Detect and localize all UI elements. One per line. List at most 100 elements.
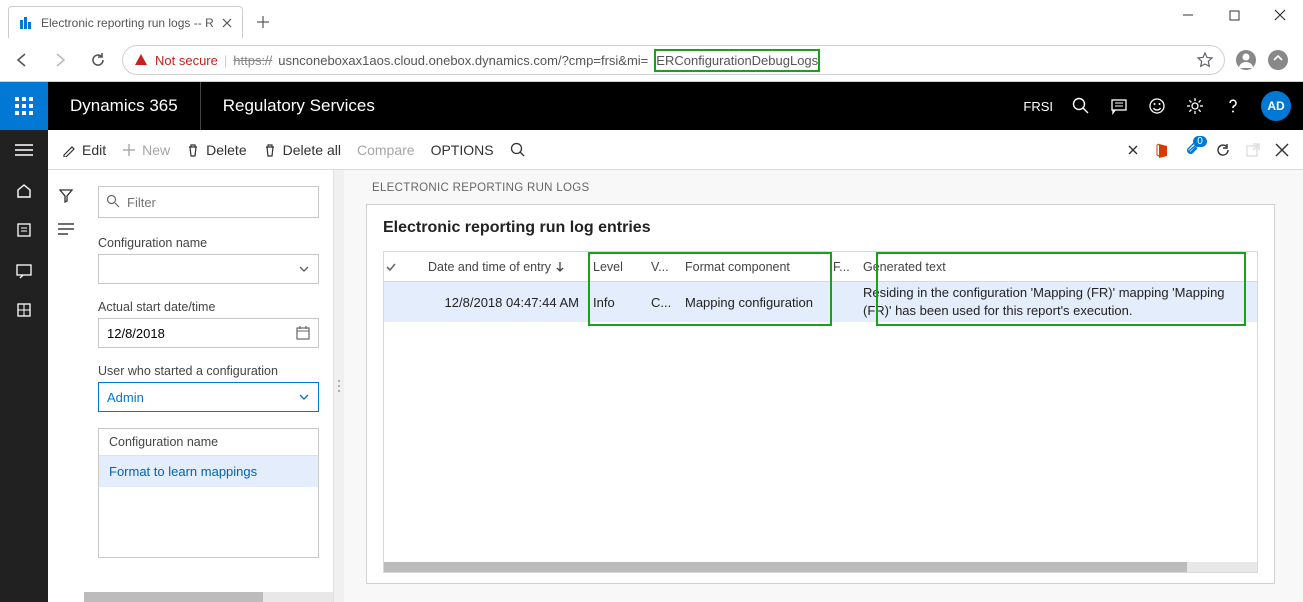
grid-scrollbar[interactable] [384,562,1187,572]
module-label[interactable]: Regulatory Services [200,82,397,130]
url-param-highlight: ERConfigurationDebugLogs [654,49,820,72]
user-value: Admin [107,390,144,405]
company-label[interactable]: FRSI [1023,99,1053,114]
chevron-down-icon [298,391,310,403]
actual-start-input[interactable]: 12/8/2018 [98,318,319,348]
window-close[interactable] [1257,0,1303,30]
browser-chrome: Electronic reporting run logs -- R Not s… [0,0,1303,82]
filter-column-toggle [48,170,84,602]
trash-icon [186,143,200,157]
browser-tab[interactable]: Electronic reporting run logs -- R [8,6,243,38]
plus-icon [122,143,136,157]
cell-level: Info [589,295,647,310]
smiley-icon[interactable] [1147,96,1167,116]
col-header-level[interactable]: Level [589,260,647,274]
actual-start-label: Actual start date/time [98,300,319,314]
tab-title: Electronic reporting run logs -- R [41,16,214,30]
gear-icon[interactable] [1185,96,1205,116]
filter-funnel-icon[interactable] [58,188,74,204]
new-label: New [142,142,170,158]
window-maximize[interactable] [1211,0,1257,30]
delete-all-label: Delete all [283,142,341,158]
compare-label: Compare [357,142,415,158]
refresh-icon[interactable] [1215,142,1231,158]
nav-recent-icon[interactable] [0,210,48,250]
tab-close-icon[interactable] [222,18,232,28]
reload-button[interactable] [84,46,112,74]
col-header-date[interactable]: Date and time of entry [424,260,589,274]
action-pane: Edit New Delete Delete all Compare OPTIO… [48,130,1303,170]
nav-rail [0,130,48,602]
nav-home-icon[interactable] [0,170,48,210]
nav-expand-icon[interactable] [0,130,48,170]
options-label: OPTIONS [431,142,494,158]
cell-v: C... [647,295,681,310]
help-icon[interactable] [1223,96,1243,116]
star-icon[interactable] [1196,51,1214,69]
popout-icon[interactable] [1245,142,1261,158]
address-bar[interactable]: Not secure | https://usnconeboxax1aos.cl… [122,45,1225,75]
new-button: New [122,142,170,158]
profile-icon[interactable] [1235,49,1257,71]
d365-topbar: Dynamics 365 Regulatory Services FRSI AD [0,82,1303,130]
office-icon[interactable] [1155,142,1171,158]
not-secure-label: Not secure [155,53,218,68]
select-all-checkbox[interactable] [384,260,424,274]
splitter[interactable] [334,170,344,602]
edit-button[interactable]: Edit [62,142,106,158]
filter-pane: Configuration name Actual start date/tim… [84,170,334,602]
tab-favicon [19,16,33,30]
actionpane-search-icon[interactable] [510,142,526,158]
col-header-component[interactable]: Format component [681,260,829,274]
attachments-badge: 0 [1193,136,1207,147]
config-name-label: Configuration name [98,236,319,250]
window-minimize[interactable] [1165,0,1211,30]
url-protocol: https:// [233,53,272,68]
chevron-down-icon [298,263,310,275]
detail-area: ELECTRONIC REPORTING RUN LOGS Electronic… [344,170,1303,602]
app-launcher-icon[interactable] [0,82,48,130]
brand-label[interactable]: Dynamics 365 [48,96,200,116]
col-header-f[interactable]: F... [829,260,859,274]
new-tab-button[interactable] [249,8,277,36]
config-name-select[interactable] [98,254,319,284]
grid-header: Date and time of entry Level V... Format… [384,252,1257,282]
close-page-icon[interactable] [1275,143,1289,157]
cell-date: 12/8/2018 04:47:44 AM [424,295,589,310]
calendar-icon [296,326,310,340]
url-host: usnconeboxax1aos.cloud.onebox.dynamics.c… [278,53,648,68]
pencil-icon [62,143,76,157]
compare-button: Compare [357,142,415,158]
user-label: User who started a configuration [98,364,319,378]
back-button[interactable] [8,46,36,74]
forward-button[interactable] [46,46,74,74]
user-select[interactable]: Admin [98,382,319,412]
nav-workspaces-icon[interactable] [0,250,48,290]
options-button[interactable]: OPTIONS [431,142,494,158]
section-label: ELECTRONIC REPORTING RUN LOGS [372,182,1275,194]
filter-input[interactable] [98,186,319,218]
sort-down-icon [555,261,565,273]
col-header-generated[interactable]: Generated text [859,260,1257,274]
nav-modules-icon[interactable] [0,290,48,330]
config-list-box: Configuration name Format to learn mappi… [98,428,319,558]
extensions-icon[interactable] [1125,142,1141,158]
filter-lines-icon[interactable] [58,222,74,236]
search-icon[interactable] [1071,96,1091,116]
search-icon [106,194,120,208]
attachments-icon[interactable]: 0 [1185,142,1201,158]
col-header-v[interactable]: V... [647,260,681,274]
messages-icon[interactable] [1109,96,1129,116]
user-avatar[interactable]: AD [1261,91,1291,121]
config-list-header: Configuration name [99,429,318,456]
not-secure-icon [133,52,149,68]
browser-menu-icon[interactable] [1267,49,1289,71]
card-title: Electronic reporting run log entries [383,219,1258,237]
filter-scrollbar[interactable] [84,592,263,602]
cell-generated: Residing in the configuration 'Mapping (… [859,284,1257,320]
delete-all-button[interactable]: Delete all [263,142,341,158]
config-list-item[interactable]: Format to learn mappings [99,456,318,487]
edit-label: Edit [82,142,106,158]
delete-button[interactable]: Delete [186,142,246,158]
table-row[interactable]: 12/8/2018 04:47:44 AM Info C... Mapping … [384,282,1257,322]
